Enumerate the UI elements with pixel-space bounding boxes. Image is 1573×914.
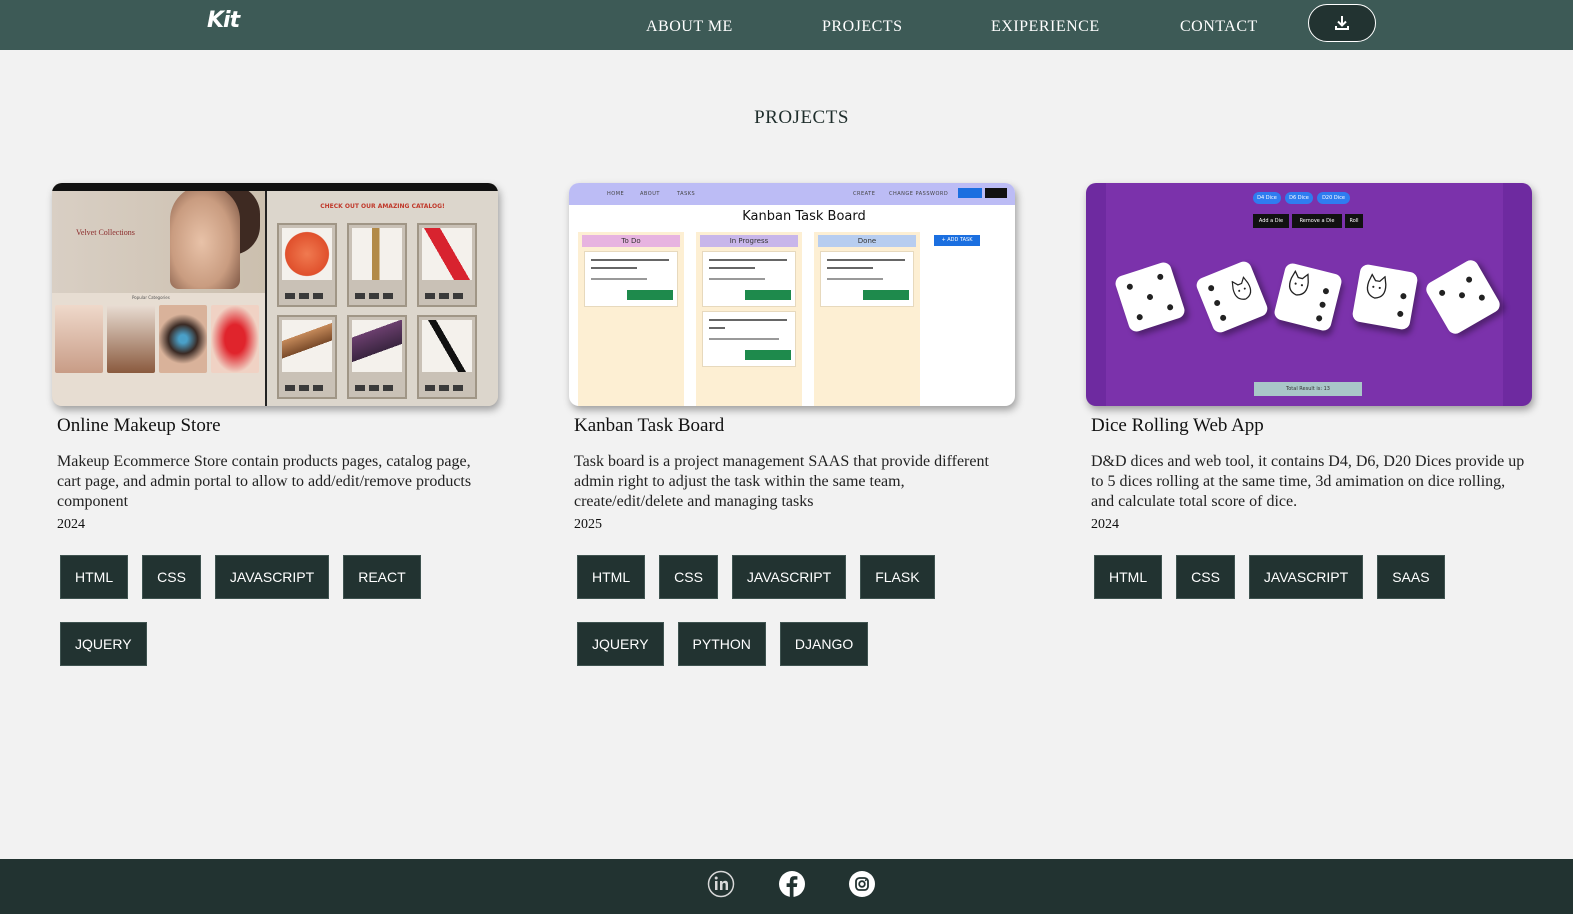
download-icon	[1335, 16, 1349, 30]
thumb-column: In Progress	[696, 232, 802, 406]
project-thumbnail[interactable]: Velvet Collections Popular Categories CH…	[52, 183, 498, 406]
tech-tags: HTML CSS JAVASCRIPT FLASK JQUERY PYTHON …	[577, 555, 1017, 666]
thumb-user-badge	[958, 188, 982, 198]
thumb-control: Roll	[1345, 214, 1363, 228]
project-year: 2024	[57, 517, 85, 532]
tag-saas[interactable]: SAAS	[1377, 555, 1445, 599]
nav-link-experience[interactable]: EXIPERIENCE	[991, 18, 1100, 36]
project-description: Makeup Ecommerce Store contain products …	[57, 453, 472, 510]
project-year: 2025	[574, 517, 602, 532]
tech-tags: HTML CSS JAVASCRIPT SAAS	[1094, 555, 1534, 599]
tag-jquery[interactable]: JQUERY	[60, 622, 147, 666]
linkedin-icon[interactable]	[707, 870, 735, 898]
thumb-logout-button	[985, 188, 1007, 198]
thumb-heading: Kanban Task Board	[742, 209, 866, 224]
project-card-kanban-board: HOME ABOUT TASKS CREATE CHANGE PASSWORD …	[569, 183, 1015, 666]
facebook-icon[interactable]	[778, 870, 806, 898]
thumb-product	[347, 223, 407, 307]
tag-javascript[interactable]: JAVASCRIPT	[731, 555, 847, 599]
thumb-task-card	[820, 251, 914, 307]
project-description: D&D dices and web tool, it contains D4, …	[1091, 453, 1525, 510]
section-title: PROJECTS	[754, 107, 849, 128]
thumb-category	[211, 305, 259, 373]
tech-tags: HTML CSS JAVASCRIPT REACT JQUERY	[60, 555, 500, 666]
project-year: 2024	[1091, 517, 1119, 532]
thumb-dice-type: D6 Dice	[1285, 192, 1313, 204]
thumb-category	[107, 305, 155, 373]
project-title: Dice Rolling Web App	[1091, 415, 1264, 436]
thumb-category	[55, 305, 103, 373]
project-card-makeup-store: Velvet Collections Popular Categories CH…	[52, 183, 498, 666]
thumb-topbar	[52, 183, 498, 191]
thumb-control: Add a Die	[1253, 214, 1289, 228]
project-thumbnail[interactable]: HOME ABOUT TASKS CREATE CHANGE PASSWORD …	[569, 183, 1015, 406]
thumb-column: To Do	[578, 232, 684, 406]
tag-html[interactable]: HTML	[60, 555, 129, 599]
tag-javascript[interactable]: JAVASCRIPT	[214, 555, 330, 599]
thumb-task-card	[584, 251, 678, 307]
tag-flask[interactable]: FLASK	[860, 555, 935, 599]
thumb-category	[159, 305, 207, 373]
thumb-brand: Velvet Collections	[76, 228, 135, 237]
thumb-task-card	[702, 251, 796, 307]
thumb-total-result: Total Result is: 13	[1254, 382, 1362, 396]
thumb-column-title: To Do	[582, 235, 680, 247]
thumb-model-face	[170, 185, 240, 289]
thumb-categories-label: Popular Categories	[132, 295, 170, 300]
project-title: Online Makeup Store	[57, 415, 221, 436]
site-logo[interactable]: Kit	[207, 8, 240, 33]
thumb-catalog-heading: CHECK OUT OUR AMAZING CATALOG!	[320, 203, 445, 210]
thumb-dice-type: D4 Dice	[1253, 192, 1281, 204]
thumb-nav-link: ABOUT	[640, 191, 660, 197]
download-resume-button[interactable]	[1308, 4, 1376, 42]
tag-jquery[interactable]: JQUERY	[577, 622, 664, 666]
tag-react[interactable]: REACT	[343, 555, 421, 599]
footer	[0, 859, 1573, 914]
thumb-product	[277, 223, 337, 307]
thumb-product	[417, 315, 477, 399]
tag-html[interactable]: HTML	[1094, 555, 1163, 599]
thumb-column-title: Done	[818, 235, 916, 247]
project-description: Task board is a project management SAAS …	[574, 453, 989, 510]
tag-python[interactable]: PYTHON	[677, 622, 766, 666]
top-navbar: Kit ABOUT ME PROJECTS EXIPERIENCE CONTAC…	[0, 0, 1573, 50]
nav-link-contact[interactable]: CONTACT	[1180, 18, 1258, 36]
thumb-product	[347, 315, 407, 399]
project-thumbnail[interactable]: D4 Dice D6 Dice D20 Dice Add a Die Remov…	[1086, 183, 1532, 406]
thumb-add-task-button: + ADD TASK	[934, 235, 980, 246]
thumb-dice-type: D20 Dice	[1317, 192, 1350, 204]
tag-css[interactable]: CSS	[659, 555, 718, 599]
nav-link-about-me[interactable]: ABOUT ME	[646, 18, 733, 36]
thumb-nav-link: HOME	[607, 191, 625, 197]
thumb-column: Done	[814, 232, 920, 406]
tag-django[interactable]: DJANGO	[779, 622, 869, 666]
thumb-die	[1351, 263, 1419, 331]
thumb-product	[417, 223, 477, 307]
thumb-divider	[265, 183, 267, 406]
project-card-dice-app: D4 Dice D6 Dice D20 Dice Add a Die Remov…	[1086, 183, 1532, 599]
instagram-icon[interactable]	[848, 870, 876, 898]
thumb-nav-link: CHANGE PASSWORD	[889, 191, 949, 197]
thumb-nav-link: CREATE	[853, 191, 876, 197]
thumb-column-title: In Progress	[700, 235, 798, 247]
tag-html[interactable]: HTML	[577, 555, 646, 599]
tag-css[interactable]: CSS	[1176, 555, 1235, 599]
thumb-product	[277, 315, 337, 399]
nav-link-projects[interactable]: PROJECTS	[822, 18, 902, 36]
project-title: Kanban Task Board	[574, 415, 725, 436]
thumb-control: Remove a Die	[1292, 214, 1342, 228]
thumb-nav-link: TASKS	[677, 191, 696, 197]
tag-javascript[interactable]: JAVASCRIPT	[1248, 555, 1364, 599]
thumb-task-card	[702, 311, 796, 367]
tag-css[interactable]: CSS	[142, 555, 201, 599]
